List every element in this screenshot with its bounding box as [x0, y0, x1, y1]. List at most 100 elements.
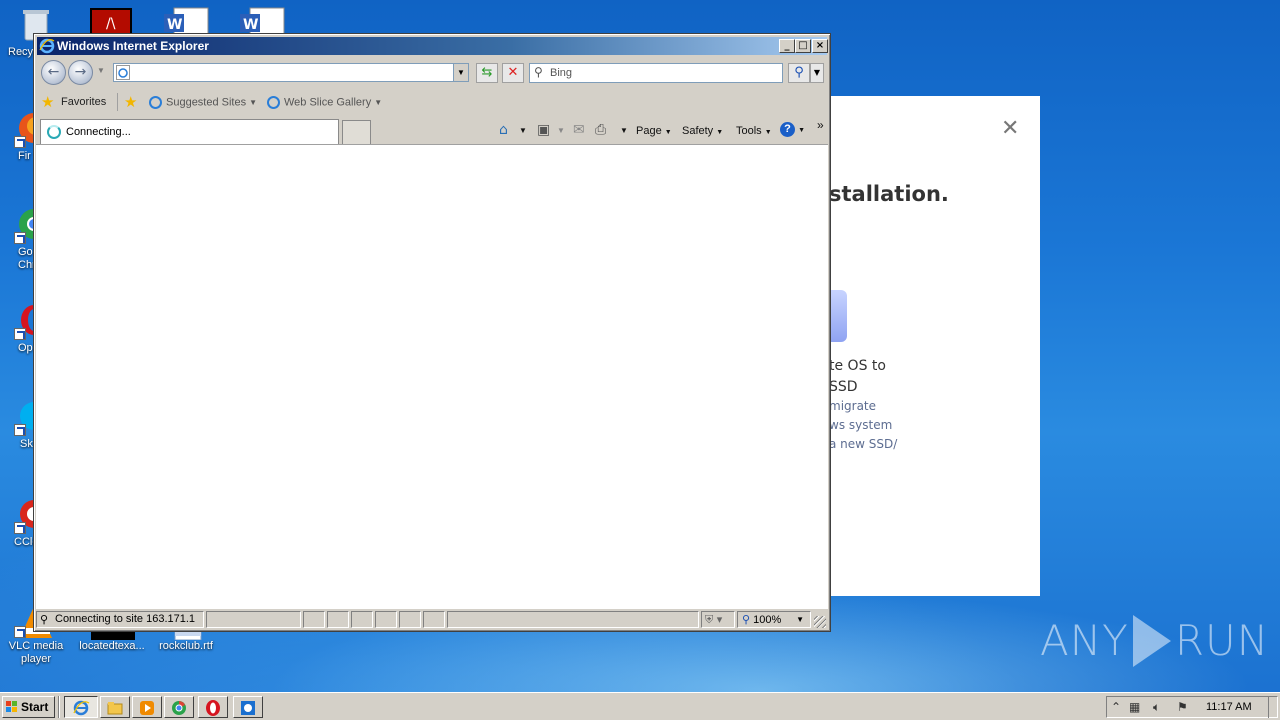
forward-button[interactable]: →	[68, 60, 93, 85]
address-dropdown-icon[interactable]: ▼	[453, 64, 468, 81]
favorites-bar: ★ Favorites ★ Suggested Sites ▼ Web Slice…	[37, 91, 827, 113]
installer-subtext: migrate ws system a new SSD/	[829, 397, 897, 454]
ie-logo-icon	[39, 38, 55, 54]
address-bar[interactable]: ▼	[113, 63, 469, 82]
network-icon[interactable]: ▦	[1129, 700, 1140, 714]
page-content[interactable]	[36, 144, 828, 609]
status-cell	[399, 611, 421, 628]
resize-grip-icon[interactable]	[814, 616, 826, 628]
svg-text:W: W	[243, 17, 258, 33]
chevron-down-icon: ▼	[664, 129, 672, 136]
taskbar-ie[interactable]	[64, 696, 98, 718]
play-icon	[1132, 615, 1171, 667]
media-player-icon	[140, 701, 154, 715]
search-icon: ⚲	[40, 613, 49, 626]
help-button[interactable]: ? ▼	[780, 122, 805, 137]
chevron-down-icon[interactable]: ▼	[557, 126, 565, 135]
clock[interactable]: 11:17 AM	[1206, 701, 1252, 713]
page-menu[interactable]: Page ▼	[636, 125, 672, 137]
search-placeholder: Bing	[550, 67, 573, 79]
safety-menu-label: Safety	[682, 125, 714, 137]
status-cell	[303, 611, 325, 628]
windows-logo-icon	[6, 701, 18, 713]
search-input[interactable]: ⚲ Bing	[529, 63, 783, 83]
taskbar-explorer[interactable]	[100, 696, 130, 718]
desktop-icon-label: locatedtexa...	[79, 640, 145, 652]
chevron-down-icon: ▼	[796, 615, 804, 624]
status-cell	[447, 611, 699, 628]
navigation-bar: ← → ▼ ▼ ⇆ ✕ ⚲ Bing ⚲ ▼	[37, 58, 827, 88]
start-label: Start	[21, 700, 49, 714]
chevron-down-icon[interactable]: ▼	[519, 126, 527, 135]
home-icon[interactable]: ⌂	[499, 122, 508, 138]
svg-text:/\: /\	[106, 16, 116, 32]
help-icon: ?	[780, 122, 795, 137]
volume-icon[interactable]: 🔈︎	[1153, 700, 1160, 715]
tools-menu[interactable]: Tools ▼	[736, 125, 772, 137]
web-slice-label: Web Slice Gallery	[284, 96, 372, 109]
search-options-icon[interactable]: ▼	[810, 63, 824, 83]
chevron-down-icon[interactable]: ▼	[620, 126, 628, 135]
favorites-label: Favorites	[61, 96, 107, 108]
tools-menu-label: Tools	[736, 125, 762, 137]
web-slice-gallery-link[interactable]: Web Slice Gallery ▼	[267, 96, 382, 109]
installer-subtext-line: migrate	[829, 399, 877, 413]
minimize-button[interactable]: _	[779, 39, 795, 53]
show-desktop-button[interactable]	[1268, 696, 1278, 718]
tab-label: Connecting...	[66, 126, 131, 138]
show-hidden-icons-icon[interactable]: ⌃	[1111, 700, 1121, 714]
print-icon[interactable]: ⎙	[595, 122, 606, 138]
safety-menu[interactable]: Safety ▼	[682, 125, 723, 137]
protected-mode-icon[interactable]: ⛨ ▾	[701, 611, 735, 628]
close-icon[interactable]: ✕	[1001, 116, 1019, 141]
system-tray: ⌃ ▦ 🔈︎ ⚑ 11:17 AM	[1106, 696, 1278, 718]
taskbar-media-player[interactable]	[132, 696, 162, 718]
favorites-button[interactable]: ★ Favorites	[41, 93, 107, 111]
mail-icon[interactable]: ✉	[573, 122, 585, 138]
ie-page-icon	[116, 65, 130, 80]
svg-text:W: W	[167, 17, 182, 33]
toolbar-overflow-icon[interactable]: »	[817, 118, 824, 132]
separator	[117, 93, 118, 111]
suggested-sites-link[interactable]: Suggested Sites ▼	[149, 96, 257, 109]
taskbar-app[interactable]	[233, 696, 263, 718]
favorites-star-icon: ★	[41, 93, 55, 111]
watermark-text: RUN	[1174, 616, 1270, 665]
stop-button[interactable]: ✕	[502, 63, 524, 83]
recent-pages-dropdown-icon[interactable]: ▼	[97, 66, 105, 75]
start-button[interactable]: Start	[2, 696, 55, 718]
zoom-control[interactable]: ⚲ 100% ▼	[737, 611, 811, 628]
chevron-down-icon: ▼	[798, 127, 805, 134]
maximize-button[interactable]: □	[795, 39, 811, 53]
chevron-down-icon: ▼	[764, 129, 772, 136]
close-button[interactable]: ×	[812, 39, 828, 53]
new-tab-button[interactable]	[342, 120, 371, 144]
tab-connecting[interactable]: Connecting...	[40, 119, 339, 144]
app-icon	[241, 701, 255, 715]
status-text: ⚲ Connecting to site 163.171.1	[36, 611, 204, 628]
refresh-button[interactable]: ⇆	[476, 63, 498, 83]
progress-bar	[206, 611, 301, 628]
action-center-flag-icon[interactable]: ⚑	[1177, 700, 1188, 714]
opera-icon	[206, 700, 220, 716]
shortcut-arrow-icon	[14, 522, 26, 534]
feeds-icon[interactable]: ▣	[537, 122, 550, 138]
watermark: ANY RUN	[1040, 615, 1269, 667]
title-bar[interactable]: Windows Internet Explorer _ □ ×	[37, 37, 828, 55]
taskbar-chrome[interactable]	[164, 696, 194, 718]
installer-text: te OS to SSD	[829, 356, 886, 398]
shortcut-arrow-icon	[14, 136, 26, 148]
search-icon: ⚲	[534, 65, 543, 79]
window-title: Windows Internet Explorer	[57, 39, 209, 53]
back-button[interactable]: ←	[41, 60, 66, 85]
installer-window: ✕ stallation. te OS to SSD migrate ws sy…	[829, 96, 1040, 596]
add-favorites-icon[interactable]: ★	[124, 93, 137, 111]
chrome-icon	[172, 701, 186, 715]
loading-spinner-icon	[47, 125, 61, 139]
taskbar-opera[interactable]	[198, 696, 228, 718]
chevron-down-icon: ▼	[374, 98, 383, 108]
shortcut-arrow-icon	[14, 424, 26, 436]
search-button[interactable]: ⚲	[788, 63, 810, 83]
status-message: Connecting to site 163.171.1	[55, 613, 196, 625]
desktop-icon-label: VLC media player	[8, 640, 64, 665]
